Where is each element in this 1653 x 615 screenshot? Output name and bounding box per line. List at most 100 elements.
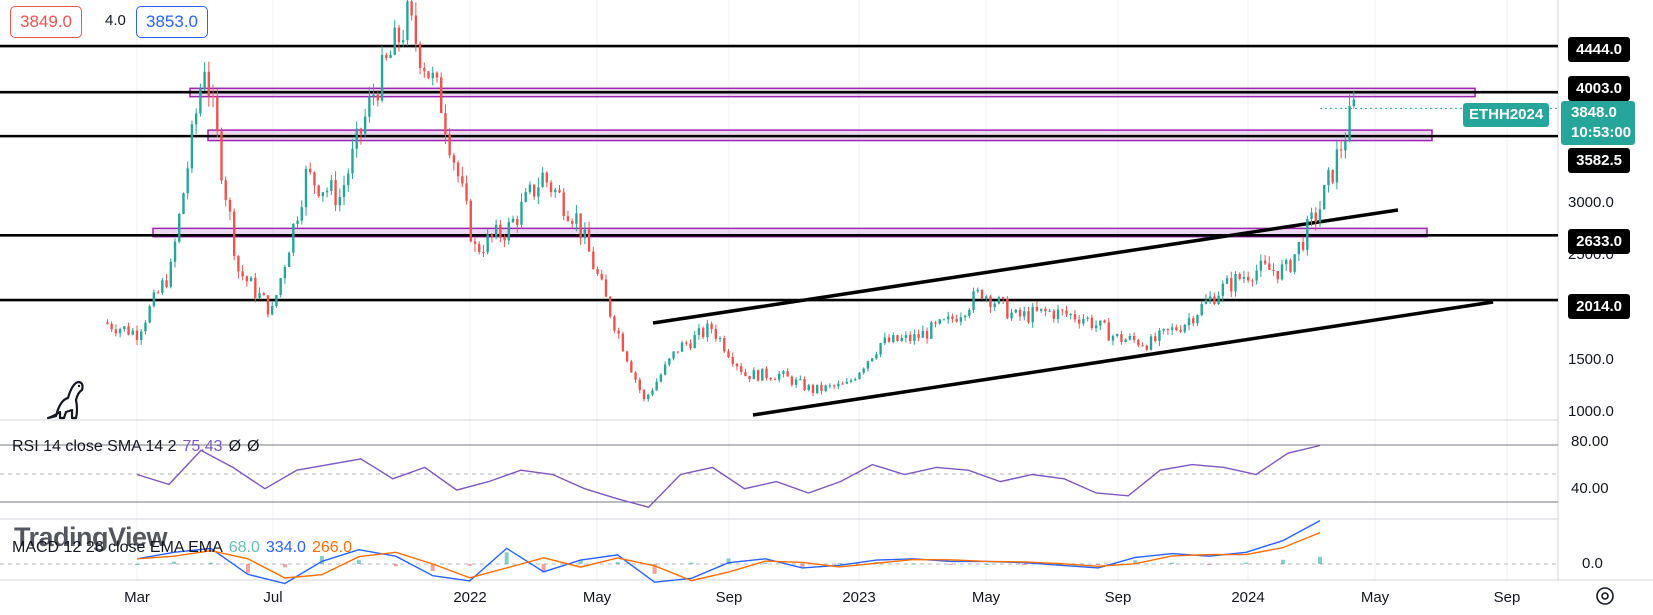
candle-body-32 [241,271,244,277]
last-price-tag[interactable]: 3848.0 10:53:00 [1561,101,1635,145]
macd-histogram-bar-0 [135,564,139,565]
candle-body-271 [1251,280,1254,282]
candle-body-109 [566,216,570,221]
candle-body-153 [752,370,756,380]
symbol-tag[interactable]: ETHH2024 [1463,103,1550,127]
candle-body-144 [714,329,718,339]
candle-body-168 [816,384,819,394]
candle-body-257 [1192,318,1195,324]
candle-body-272 [1255,270,1258,281]
dino-icon[interactable] [46,378,86,422]
candle-body-275 [1268,263,1271,270]
candle-body-135 [676,351,679,353]
candle-body-18 [182,193,185,214]
ask-price[interactable]: 3853.0 [136,6,208,38]
candle-body-47 [304,168,308,208]
level-tag-2633[interactable]: 2633.0 [1568,229,1630,254]
candle-body-75 [423,67,426,72]
candle-body-201 [955,318,958,322]
x-label-jul: Jul [263,589,283,606]
candle-body-74 [418,43,422,68]
candle-body-248 [1154,336,1157,342]
candle-body-77 [431,72,434,79]
candle-body-88 [478,243,481,252]
candle-body-234 [1094,325,1098,328]
candle-body-241 [1124,339,1127,342]
candle-body-117 [600,273,603,280]
candle-body-126 [638,379,641,391]
candle-body-156 [765,368,768,378]
candle-body-112 [579,213,582,239]
x-label-mar: Mar [124,589,150,606]
candle-body-282 [1297,241,1301,255]
candle-body-50 [317,185,320,197]
bid-price[interactable]: 3849.0 [10,6,82,38]
rsi-tick-80: 80.00 [1571,433,1609,450]
price-tick-1500: 1500.0 [1568,351,1614,368]
candle-body-162 [790,376,794,385]
candle-body-54 [334,180,337,206]
candle-body-218 [1027,311,1030,323]
candle-body-258 [1196,315,1199,324]
rsi-extra-2: Ø [247,438,260,455]
rsi-value: 75.43 [182,438,223,455]
candle-body-2 [114,329,118,334]
candle-body-228 [1069,314,1072,316]
level-tag-3582[interactable]: 3582.5 [1568,148,1630,173]
candle-body-223 [1048,310,1051,312]
price-chart[interactable] [0,0,1653,615]
candle-body-276 [1272,269,1275,272]
candle-body-172 [832,385,836,387]
candle-body-101 [532,184,536,197]
candle-body-61 [363,116,367,134]
candle-body-89 [482,251,485,253]
macd-histogram-bar-30 [1244,562,1249,564]
candle-body-255 [1183,324,1186,332]
candle-body-154 [756,370,760,381]
candle-body-130 [655,381,658,391]
macd-histogram-bar-6 [356,559,361,564]
rsi-legend[interactable]: RSI 14 close SMA 14 2 75.43 Ø Ø [12,438,265,456]
candle-body-284 [1306,218,1309,250]
candle-body-98 [520,201,523,225]
level-tag-4003[interactable]: 4003.0 [1568,76,1630,101]
candle-body-265 [1225,278,1229,284]
candle-body-132 [663,364,667,375]
candle-body-209 [989,296,992,308]
candle-body-114 [587,229,591,252]
candle-body-204 [968,309,971,316]
candle-body-17 [178,213,181,242]
candle-body-166 [807,385,810,391]
level-tag-4444[interactable]: 4444.0 [1568,37,1630,62]
candle-body-11 [152,292,156,307]
candle-body-195 [930,322,933,339]
candle-body-220 [1035,306,1039,311]
countdown-value: 10:53:00 [1571,124,1632,141]
candle-body-191 [913,334,916,341]
macd-line-value: 334.0 [265,539,306,556]
candle-body-13 [161,280,164,293]
clock-settings-icon[interactable] [1594,585,1616,607]
candle-body-268 [1238,273,1241,279]
candle-body-187 [896,335,899,341]
level-tag-2014[interactable]: 2014.0 [1568,294,1630,319]
macd-legend[interactable]: MACD 12 26 close EMA EMA 68.0 334.0 266.0 [12,539,358,557]
macd-histogram-bar-18 [800,564,805,568]
candle-body-7 [135,330,139,341]
candle-body-64 [376,94,380,101]
candle-body-186 [892,335,895,342]
candle-body-267 [1234,273,1237,292]
candle-body-149 [735,363,739,367]
candle-body-216 [1018,309,1022,317]
candle-body-253 [1175,327,1178,331]
candle-body-141 [701,328,705,338]
candle-body-43 [287,252,291,268]
candle-body-122 [621,333,625,352]
candle-body-85 [465,183,468,201]
candle-body-30 [232,211,236,256]
candle-body-263 [1217,295,1220,305]
candle-body-178 [858,372,861,379]
candle-body-44 [292,223,295,253]
candle-body-116 [596,269,599,274]
candle-body-87 [473,241,477,244]
